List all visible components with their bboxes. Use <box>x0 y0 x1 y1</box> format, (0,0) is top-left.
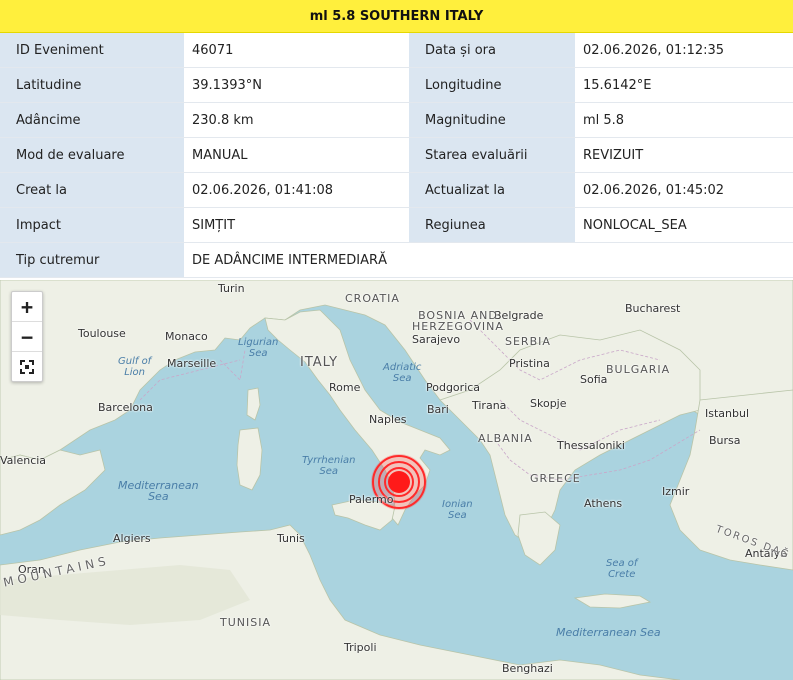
field-value: 02.06.2026, 01:41:08 <box>184 172 409 208</box>
city-tunis: Tunis <box>277 532 305 545</box>
city-athens: Athens <box>584 497 623 510</box>
info-row: Mod de evaluare MANUAL Starea evaluării REV… <box>0 137 793 173</box>
city-sofia: Sofia <box>580 373 608 386</box>
field-label: Starea evaluării <box>409 137 575 173</box>
field-label: Creat la <box>0 172 184 208</box>
field-value: 230.8 km <box>184 102 409 138</box>
country-albania: ALBANIA <box>478 432 533 445</box>
field-label: Impact <box>0 207 184 243</box>
city-toulouse: Toulouse <box>78 327 126 340</box>
sea-mediterranean-west: Mediterranean Sea <box>118 479 199 503</box>
field-label: Adâncime <box>0 102 184 138</box>
field-label: Actualizat la <box>409 172 575 208</box>
field-label: Magnitudine <box>409 102 575 138</box>
field-value: SIMȚIT <box>184 207 409 243</box>
info-row: Impact SIMȚIT Regiunea NONLOCAL_SEA <box>0 207 793 243</box>
fullscreen-icon <box>20 359 34 374</box>
field-label: Data și ora <box>409 33 575 68</box>
country-croatia: CROATIA <box>345 292 400 305</box>
field-value: REVIZUIT <box>575 137 793 173</box>
info-row: Adâncime 230.8 km Magnitudine ml 5.8 <box>0 102 793 138</box>
city-bucharest: Bucharest <box>625 302 681 315</box>
fullscreen-button[interactable] <box>12 352 42 381</box>
field-value: ml 5.8 <box>575 102 793 138</box>
city-bursa: Bursa <box>709 434 741 447</box>
field-value: 46071 <box>184 33 409 68</box>
country-bih: BOSNIA AND HERZEGOVINA <box>412 309 504 333</box>
field-label: Regiunea <box>409 207 575 243</box>
sea-adriatic: Adriatic Sea <box>383 362 422 384</box>
country-bulgaria: BULGARIA <box>606 363 671 376</box>
city-tirana: Tirana <box>472 399 507 412</box>
city-monaco: Monaco <box>165 330 208 343</box>
map-view[interactable]: Turin Toulouse Monaco Marseille Barcelon… <box>0 280 793 680</box>
event-title: ml 5.8 SOUTHERN ITALY <box>0 0 793 33</box>
event-details-table: ID Eveniment 46071 Data și ora 02.06.2026, … <box>0 33 793 278</box>
field-label: Latitudine <box>0 67 184 103</box>
field-value: MANUAL <box>184 137 409 173</box>
field-label: Mod de evaluare <box>0 137 184 173</box>
field-label: Tip cutremur <box>0 242 184 278</box>
sea-gulf-of-lion: Gulf of Lion <box>118 356 152 378</box>
field-value: DE ADÂNCIME INTERMEDIARĂ <box>184 242 793 278</box>
city-tripoli: Tripoli <box>344 641 377 654</box>
field-value: 02.06.2026, 01:45:02 <box>575 172 793 208</box>
field-label: ID Eveniment <box>0 33 184 68</box>
city-barcelona: Barcelona <box>98 401 153 414</box>
field-value: 02.06.2026, 01:12:35 <box>575 33 793 68</box>
info-row: ID Eveniment 46071 Data și ora 02.06.2026, … <box>0 33 793 68</box>
city-skopje: Skopje <box>530 397 567 410</box>
city-turin: Turin <box>218 282 245 295</box>
field-value: NONLOCAL_SEA <box>575 207 793 243</box>
zoom-in-button[interactable]: + <box>12 292 42 322</box>
city-bari: Bari <box>427 403 449 416</box>
field-value: 15.6142°E <box>575 67 793 103</box>
city-pristina: Pristina <box>509 357 550 370</box>
sea-ionian: Ionian Sea <box>442 499 473 521</box>
city-izmir: Izmir <box>662 485 690 498</box>
city-benghazi: Benghazi <box>502 662 553 675</box>
sea-crete: Sea of Crete <box>606 558 638 580</box>
city-palermo: Palermo <box>349 493 394 506</box>
map-controls: + − <box>11 291 43 382</box>
city-thessaloniki: Thessaloniki <box>557 439 625 452</box>
sea-tyrrhenian: Tyrrhenian Sea <box>302 455 356 477</box>
city-istanbul: Istanbul <box>705 407 750 420</box>
info-row: Creat la 02.06.2026, 01:41:08 Actualizat l… <box>0 172 793 208</box>
zoom-out-button[interactable]: − <box>12 322 42 352</box>
country-italy: ITALY <box>300 355 339 370</box>
info-row: Latitudine 39.1393°N Longitudine 15.6142°E <box>0 67 793 103</box>
country-tunisia: TUNISIA <box>220 616 271 629</box>
city-sarajevo: Sarajevo <box>412 333 461 346</box>
sea-ligurian: Ligurian Sea <box>238 337 279 359</box>
city-rome: Rome <box>329 381 361 394</box>
country-serbia: SERBIA <box>505 335 551 348</box>
city-naples: Naples <box>369 413 407 426</box>
country-greece: GREECE <box>530 472 581 485</box>
sea-mediterranean-east: Mediterranean Sea <box>556 626 661 639</box>
field-value: 39.1393°N <box>184 67 409 103</box>
city-algiers: Algiers <box>113 532 151 545</box>
field-label: Longitudine <box>409 67 575 103</box>
city-marseille: Marseille <box>167 357 217 370</box>
city-podgorica: Podgorica <box>426 381 481 394</box>
city-valencia: Valencia <box>0 454 47 467</box>
info-row: Tip cutremur DE ADÂNCIME INTERMEDIARĂ <box>0 242 793 278</box>
